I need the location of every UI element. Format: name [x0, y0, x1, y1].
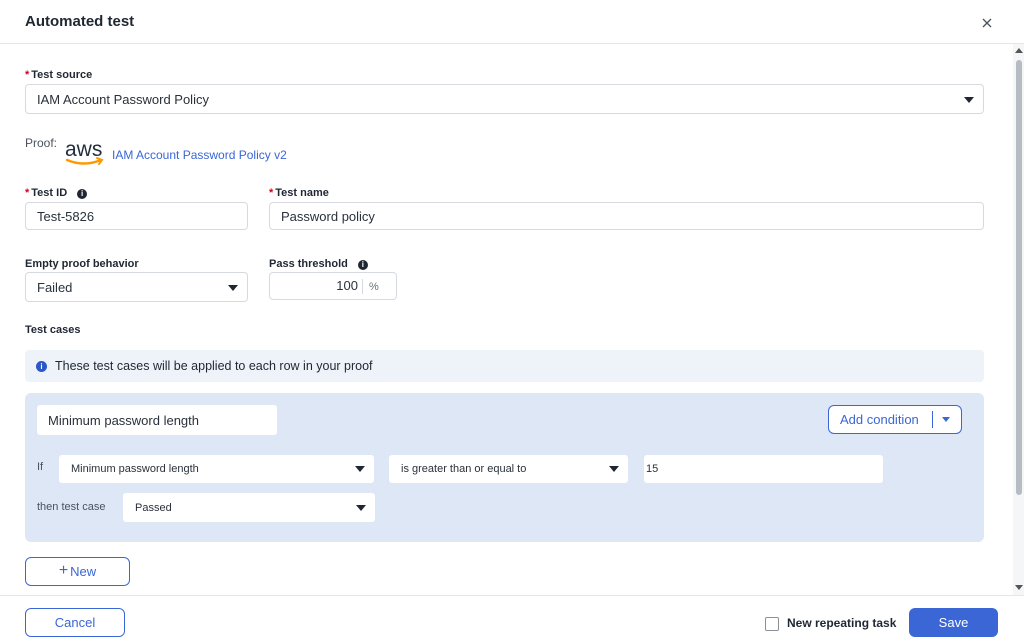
aws-logo: aws: [65, 138, 104, 165]
dialog-header: Automated test: [0, 0, 1024, 44]
pass-threshold-value: 100: [336, 278, 358, 293]
unit-divider: [362, 279, 363, 294]
new-test-case-button[interactable]: + New: [25, 557, 130, 586]
test-id-value: Test-5826: [37, 208, 95, 224]
repeating-task-label: New repeating task: [787, 616, 897, 630]
add-condition-label: Add condition: [840, 412, 919, 427]
test-source-select[interactable]: IAM Account Password Policy: [25, 84, 984, 114]
test-case-card: Minimum password length Add condition If…: [25, 393, 984, 542]
save-button[interactable]: Save: [909, 608, 998, 637]
if-label: If: [37, 461, 44, 473]
cancel-button[interactable]: Cancel: [25, 608, 125, 637]
chevron-down-icon: [228, 285, 238, 291]
pass-threshold-unit: %: [369, 281, 379, 293]
empty-proof-select[interactable]: Failed: [25, 272, 248, 302]
scroll-down-arrow-icon[interactable]: [1015, 585, 1023, 590]
new-button-label: New: [70, 564, 97, 579]
scrollbar[interactable]: [1013, 44, 1024, 595]
result-value: Passed: [135, 501, 172, 514]
empty-proof-value: Failed: [37, 279, 73, 295]
required-marker: *: [269, 187, 274, 199]
test-name-value: Password policy: [281, 208, 375, 224]
proof-label: Proof:: [25, 136, 58, 150]
condition-operator-value: is greater than or equal to: [401, 463, 527, 475]
condition-field-value: Minimum password length: [71, 463, 199, 475]
required-marker: *: [25, 69, 30, 81]
required-marker: *: [25, 187, 30, 199]
proof-link[interactable]: IAM Account Password Policy v2: [112, 148, 287, 162]
condition-field-select[interactable]: Minimum password length: [59, 455, 374, 483]
dialog-title: Automated test: [25, 13, 135, 30]
condition-value-input[interactable]: 15: [644, 455, 883, 483]
split-divider: [932, 411, 933, 428]
repeating-task-checkbox[interactable]: [765, 617, 779, 631]
condition-value: 15: [646, 463, 659, 475]
chevron-down-icon[interactable]: [942, 417, 950, 422]
test-case-name-value: Minimum password length: [48, 412, 200, 428]
chevron-down-icon: [355, 466, 365, 472]
test-id-input[interactable]: Test-5826: [25, 202, 248, 230]
chevron-down-icon: [964, 97, 974, 103]
test-case-name-input[interactable]: Minimum password length: [37, 405, 277, 435]
test-source-label: * Test source: [25, 69, 93, 81]
pass-threshold-input[interactable]: 100 %: [269, 272, 397, 300]
plus-icon: +: [58, 561, 69, 579]
add-condition-button[interactable]: Add condition: [828, 405, 962, 434]
test-id-label: * Test ID i: [25, 187, 88, 199]
test-name-label: * Test name: [269, 187, 329, 199]
test-cases-label: Test cases: [25, 324, 81, 336]
empty-proof-label: Empty proof behavior: [25, 258, 139, 270]
info-icon: i: [36, 360, 47, 372]
chevron-down-icon: [356, 505, 366, 511]
condition-operator-select[interactable]: is greater than or equal to: [389, 455, 628, 483]
info-banner: i These test cases will be applied to ea…: [25, 350, 984, 382]
close-icon[interactable]: [978, 14, 996, 32]
result-select[interactable]: Passed: [123, 493, 375, 522]
chevron-down-icon: [609, 466, 619, 472]
scroll-thumb[interactable]: [1016, 60, 1022, 495]
pass-threshold-label: Pass threshold i: [269, 258, 368, 270]
then-label: then test case: [37, 501, 106, 513]
scroll-up-arrow-icon[interactable]: [1015, 48, 1023, 53]
info-icon[interactable]: i: [357, 260, 368, 270]
test-source-value: IAM Account Password Policy: [37, 91, 209, 107]
info-icon[interactable]: i: [77, 189, 88, 199]
test-name-input[interactable]: Password policy: [269, 202, 984, 230]
banner-text: These test cases will be applied to each…: [55, 359, 373, 373]
dialog-footer: Cancel New repeating task Save: [0, 595, 1024, 644]
